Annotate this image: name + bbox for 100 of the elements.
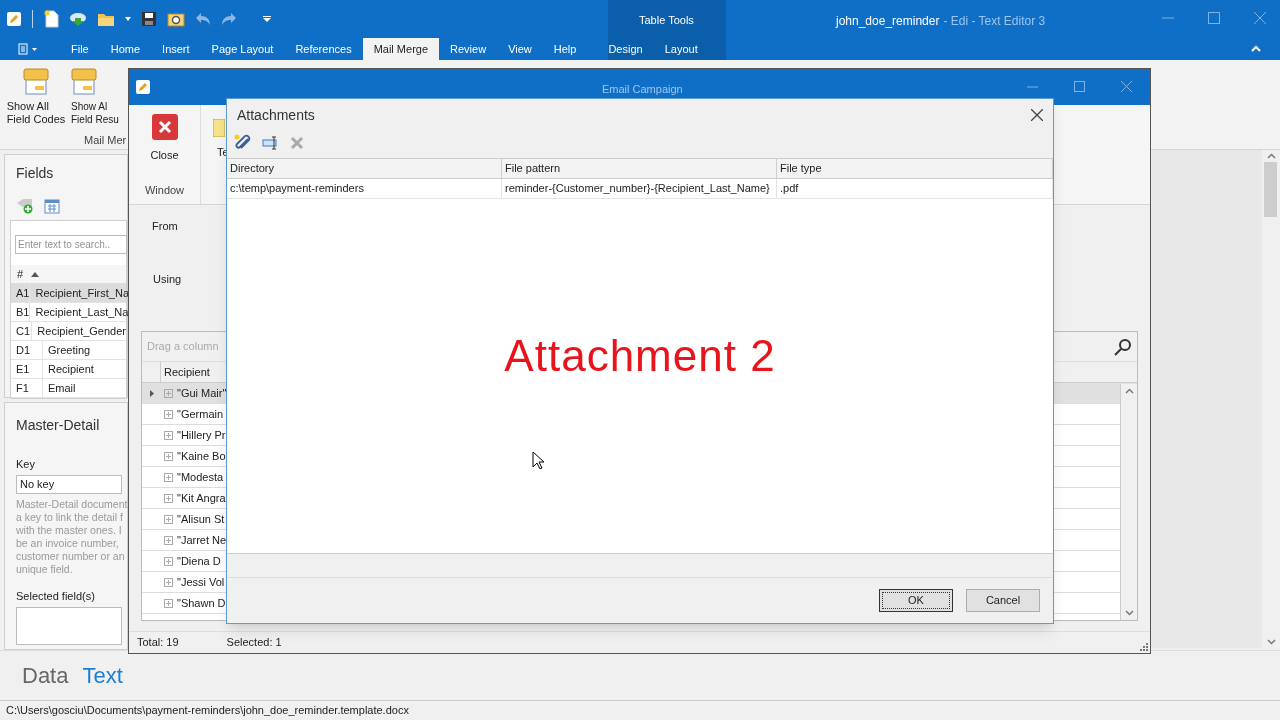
maximize-icon[interactable] <box>1074 81 1085 92</box>
close-button[interactable]: Close <box>150 114 179 164</box>
undo-icon[interactable] <box>195 12 211 26</box>
ribbon-tab[interactable]: Design <box>597 38 654 60</box>
table-cell[interactable]: Recipient_Last_Na <box>30 303 129 321</box>
table-cell: D1 <box>11 341 43 359</box>
expand-icon[interactable] <box>164 556 173 566</box>
mode-tab[interactable]: Text <box>82 659 123 692</box>
app-icon <box>136 80 150 94</box>
sort-ascending-icon[interactable] <box>31 271 40 277</box>
table-cell: E1 <box>11 360 43 378</box>
table-cell[interactable]: "Modesta <box>177 468 224 486</box>
resize-grip-icon[interactable] <box>1140 643 1148 651</box>
description-text: unique field. <box>16 562 74 576</box>
selected-fields-box[interactable] <box>16 607 122 645</box>
edit-field-icon[interactable] <box>262 136 280 150</box>
app-icon[interactable] <box>6 11 22 27</box>
ribbon-tab[interactable]: Layout <box>653 38 709 60</box>
table-cell[interactable]: "Hillery Pr <box>177 426 226 444</box>
save-all-icon[interactable] <box>141 11 157 27</box>
expand-icon[interactable] <box>164 493 173 503</box>
vertical-scrollbar[interactable] <box>1120 384 1137 621</box>
table-cell[interactable]: Recipient_Gender <box>32 322 126 340</box>
ribbon-tab[interactable]: Mail Merge <box>362 38 440 60</box>
add-field-icon[interactable] <box>16 198 34 214</box>
ribbon-tab[interactable]: Page Layout <box>200 38 285 60</box>
add-attachment-icon[interactable] <box>234 134 252 152</box>
mode-tab[interactable]: Data <box>22 659 69 692</box>
close-icon[interactable] <box>1031 109 1043 121</box>
table-cell[interactable]: "Shawn D <box>177 594 226 612</box>
ribbon-tab[interactable]: Insert <box>151 38 201 60</box>
table-cell[interactable]: c:\temp\payment-reminders <box>227 179 502 198</box>
search-field[interactable]: Enter text to search.. <box>15 235 127 254</box>
expand-icon[interactable] <box>164 430 173 440</box>
expand-icon[interactable] <box>164 577 173 587</box>
document-title: john_doe_reminder <box>836 13 940 30</box>
table-cell[interactable]: "Jarret Ne <box>177 531 227 549</box>
expand-icon[interactable] <box>164 388 173 398</box>
app-title: - Edi - Text Editor 3 <box>943 13 1046 30</box>
ribbon-button[interactable]: Show All Field Codes <box>6 68 66 126</box>
column-header[interactable]: Directory <box>227 159 502 178</box>
table-cell[interactable]: "Gui Mair" <box>177 384 227 402</box>
menu-icon[interactable] <box>18 43 40 55</box>
download-icon[interactable] <box>69 11 87 27</box>
expand-icon[interactable] <box>164 535 173 545</box>
table-cell[interactable]: Greeting <box>43 341 91 359</box>
ribbon-tab[interactable]: File <box>60 38 100 60</box>
scroll-up-icon[interactable] <box>1124 388 1134 394</box>
scroll-down-icon[interactable] <box>1124 610 1134 617</box>
customize-caret-icon[interactable] <box>263 16 271 22</box>
calendar-icon[interactable] <box>44 198 60 214</box>
search-icon[interactable] <box>1114 337 1132 356</box>
table-cell[interactable]: .pdf <box>777 179 1053 198</box>
field-results-icon <box>71 68 97 96</box>
scroll-down-icon[interactable] <box>1266 639 1276 645</box>
ribbon-group-label: Mail Mer <box>84 133 127 148</box>
ribbon-tab[interactable]: Home <box>99 38 152 60</box>
scrollbar-thumb[interactable] <box>1264 162 1277 217</box>
column-header[interactable]: Recipient <box>161 363 210 381</box>
expand-icon[interactable] <box>164 598 173 608</box>
column-header[interactable]: File pattern <box>502 159 777 178</box>
ribbon-tab[interactable]: View <box>497 38 543 60</box>
dropdown-caret-icon[interactable] <box>125 17 131 21</box>
dialog-button[interactable]: OK <box>879 589 953 612</box>
ribbon-button[interactable]: Show Al Field Resu <box>71 68 119 126</box>
table-cell[interactable]: "Kit Angra <box>177 489 226 507</box>
table-cell[interactable]: Recipient <box>43 360 94 378</box>
field-label: From <box>152 219 179 234</box>
expand-icon[interactable] <box>164 451 173 461</box>
ribbon-tab[interactable]: Review <box>439 38 498 60</box>
table-cell[interactable]: "Alisun St <box>177 510 225 528</box>
expand-icon[interactable] <box>164 472 173 482</box>
maximize-icon[interactable] <box>1208 12 1220 24</box>
print-preview-icon[interactable] <box>167 11 185 27</box>
description-text: Master-Detail document <box>16 497 127 511</box>
collapse-ribbon-icon[interactable] <box>1251 45 1261 52</box>
total-count: Total: 19 <box>137 635 179 651</box>
table-cell[interactable]: "Germain <box>177 405 224 423</box>
ribbon-tab[interactable]: References <box>284 38 363 60</box>
table-cell[interactable]: Recipient_First_Na <box>30 284 129 302</box>
selected-count: Selected: 1 <box>226 635 282 651</box>
expand-icon[interactable] <box>164 409 173 419</box>
table-cell: F1 <box>11 379 43 397</box>
key-dropdown[interactable]: No key <box>16 474 122 494</box>
expand-icon[interactable] <box>164 514 173 524</box>
vertical-scrollbar[interactable] <box>1262 150 1280 648</box>
delete-icon[interactable] <box>290 136 304 150</box>
table-cell[interactable]: reminder-{Customer_number}-{Recipient_Last_Name} <box>502 179 777 198</box>
column-header[interactable]: # <box>17 265 24 283</box>
ribbon-tab[interactable]: Help <box>542 38 588 60</box>
table-cell[interactable]: "Jessi Vol <box>177 573 225 591</box>
scroll-up-icon[interactable] <box>1266 153 1276 159</box>
new-document-icon[interactable] <box>43 10 59 28</box>
column-header[interactable]: File type <box>777 159 1053 178</box>
dialog-button[interactable]: Cancel <box>966 589 1040 612</box>
redo-icon[interactable] <box>221 12 237 26</box>
table-cell[interactable]: "Kaine Bo <box>177 447 226 465</box>
table-cell[interactable]: Email <box>43 379 76 397</box>
folder-icon[interactable] <box>97 11 115 27</box>
table-cell[interactable]: "Diena D <box>177 552 221 570</box>
